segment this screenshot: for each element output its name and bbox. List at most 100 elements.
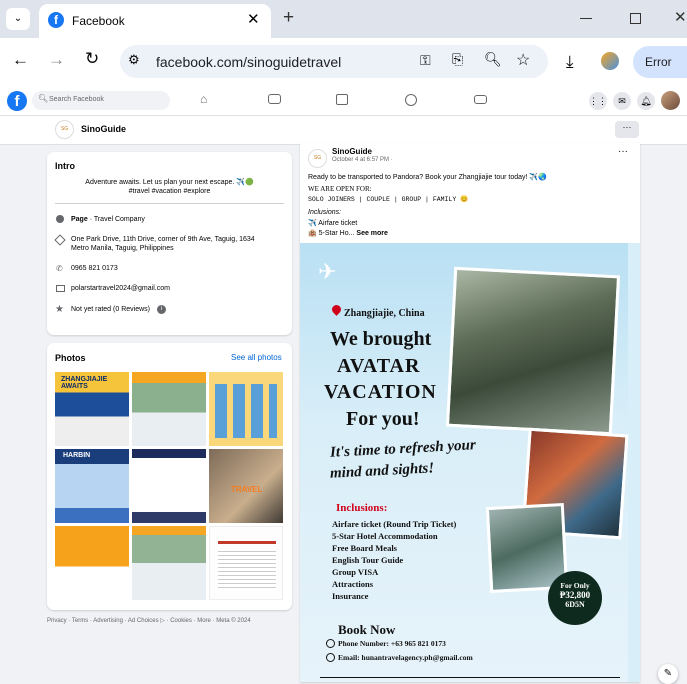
facebook-logo-icon[interactable]: f [7, 91, 27, 111]
photos-title: Photos [55, 353, 86, 363]
poster-headline-1: We brought [330, 328, 432, 350]
post-open-heading: WE ARE OPEN FOR: [308, 185, 372, 193]
post-open-types: SOLO JOINERS | COUPLE | GROUP | FAMILY 😊 [308, 196, 469, 203]
post-image[interactable]: ✈ Zhangjiajie, China We brought AVATAR V… [300, 243, 640, 682]
photo-tile[interactable]: ZHANGJIAJIE AWAITS [55, 372, 129, 446]
photo-tile[interactable] [132, 372, 206, 446]
location-pin-icon [54, 234, 66, 246]
extension-icon[interactable] [601, 52, 619, 70]
facebook-top-nav: f 🔍︎ Search Facebook ⌂ ⋮⋮ ✉ 🔔︎ [0, 86, 687, 116]
intro-bio: Adventure awaits. Let us plan your next … [85, 179, 254, 186]
poster-headline-2: AVATAR [337, 355, 421, 377]
rating-info-icon[interactable]: i [157, 305, 166, 314]
inclusion-item: Free Board Meals [332, 543, 397, 553]
page-header-bar: SG SinoGuide ··· [0, 116, 687, 145]
back-icon[interactable]: ← [12, 50, 29, 70]
photo-tile[interactable] [132, 449, 206, 523]
poster-tagline-1: It's time to refresh your [329, 437, 477, 461]
see-more-link[interactable]: See more [356, 230, 388, 237]
post-inclusion-2: 🏨 5-Star Ho... See more [308, 230, 388, 237]
see-all-photos-link[interactable]: See all photos [231, 353, 282, 362]
home-icon[interactable]: ⌂ [200, 92, 207, 106]
minimize-icon[interactable] [580, 18, 592, 19]
marketplace-icon[interactable] [336, 94, 348, 105]
menu-grid-icon[interactable]: ⋮⋮ [589, 92, 607, 110]
tab-title: Facebook [72, 14, 125, 28]
notifications-bell-icon[interactable]: 🔔︎ [637, 92, 655, 110]
tab-facebook[interactable]: f Facebook ✕ [39, 4, 271, 38]
page-name[interactable]: SinoGuide [81, 124, 126, 134]
error-button[interactable]: Error [633, 46, 687, 78]
inclusion-item: 5-Star Hotel Accommodation [332, 531, 438, 541]
zoom-icon[interactable]: 🔍︎ [484, 51, 502, 68]
video-icon[interactable] [268, 94, 281, 104]
address-bar[interactable]: ⚙ facebook.com/sinoguidetravel ⚿ ⎘ 🔍︎ ☆ [120, 45, 548, 78]
poster-phone: Phone Number: +63 965 821 0173 [338, 639, 446, 648]
new-tab-icon[interactable]: + [283, 7, 294, 29]
price-label: For Only [560, 581, 590, 590]
photo-tile[interactable] [132, 526, 206, 600]
email-icon [326, 653, 335, 662]
url-text: facebook.com/sinoguidetravel [156, 54, 342, 70]
email-icon [56, 285, 65, 292]
tab-close-icon[interactable]: ✕ [247, 10, 260, 28]
install-app-icon[interactable]: ⎘ [452, 51, 463, 68]
facebook-favicon-icon: f [48, 12, 64, 28]
inclusion-item: Attractions [332, 579, 374, 589]
star-icon: ★ [55, 304, 64, 315]
error-label: Error [645, 55, 672, 69]
poster-border-strip [628, 243, 640, 682]
search-icon: 🔍︎ [38, 94, 49, 103]
photo-tile-text: TRAVEL [231, 485, 263, 494]
window-close-icon[interactable]: ✕ [674, 8, 687, 26]
post-author[interactable]: SinoGuide [332, 147, 372, 156]
location-pin-icon [330, 303, 343, 316]
inclusion-item: Group VISA [332, 567, 379, 577]
info-icon [56, 215, 64, 223]
post-text-line1: Ready to be transported to Pandora? Book… [308, 174, 547, 181]
address-line-2: Metro Manila, Taguig, Philippines [71, 245, 174, 252]
inclusion-item: Insurance [332, 591, 369, 601]
site-settings-icon[interactable]: ⚙ [128, 52, 140, 68]
photo-tile[interactable] [209, 526, 283, 600]
inclusion-item: Airfare ticket (Round Trip Ticket) [332, 519, 457, 529]
intro-title: Intro [55, 161, 75, 171]
rating-text: Not yet rated (0 Reviews) [71, 306, 150, 313]
post-inclusions-label: Inclusions: [308, 209, 342, 216]
password-key-icon[interactable]: ⚿ [420, 52, 431, 69]
bookmark-star-icon[interactable]: ☆ [516, 50, 530, 70]
post-more-icon[interactable]: ··· [618, 146, 628, 157]
poster-bottom-rule [320, 677, 620, 678]
photo-tile[interactable] [209, 372, 283, 446]
phone-icon: ✆ [56, 264, 63, 273]
reload-icon[interactable]: ↻ [85, 49, 99, 69]
messenger-icon[interactable]: ✉ [613, 92, 631, 110]
edit-icon[interactable]: ✎ [658, 664, 678, 684]
gaming-icon[interactable] [474, 95, 487, 104]
footer-links[interactable]: Privacy · Terms · Advertising · Ad Choic… [47, 617, 251, 624]
photo-tile[interactable] [55, 526, 129, 600]
photo-tile[interactable]: TRAVEL [209, 449, 283, 523]
maximize-icon[interactable] [630, 13, 641, 24]
post-author-avatar[interactable]: SG [308, 149, 327, 168]
page-logo[interactable]: SG [55, 120, 74, 139]
tab-list-button[interactable]: ⌄ [6, 8, 30, 30]
address-line-1: One Park Drive, 11th Drive, corner of 9t… [71, 236, 255, 243]
page-more-button[interactable]: ··· [615, 121, 639, 138]
photo-tile-text: ZHANGJIAJIE AWAITS [61, 376, 108, 390]
post-meta[interactable]: October 4 at 6:57 PM · [332, 157, 393, 163]
email-address[interactable]: polarstartravel2024@gmail.com [71, 285, 170, 292]
photo-tile[interactable]: HARBIN [55, 449, 129, 523]
mountain-photo [445, 266, 621, 436]
poster-headline-3: VACATION [324, 381, 437, 403]
price-value: ₱32,800 [559, 590, 591, 600]
poster-book-now: Book Now [338, 622, 396, 637]
avatar[interactable] [661, 91, 680, 110]
photo-tile-text: HARBIN [63, 452, 91, 459]
search-placeholder: Search Facebook [49, 96, 104, 103]
download-icon[interactable]: ⤓ [566, 52, 574, 72]
forward-icon[interactable]: → [48, 50, 65, 70]
groups-icon[interactable] [405, 94, 417, 106]
poster-inclusions-title: Inclusions: [336, 502, 388, 514]
facebook-search-input[interactable]: 🔍︎ Search Facebook [32, 91, 170, 110]
